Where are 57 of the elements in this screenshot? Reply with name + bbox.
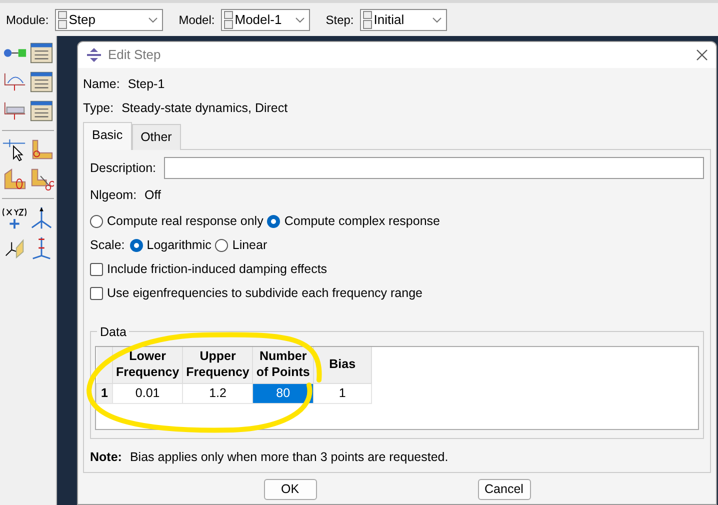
field-label: Scale: [90, 236, 125, 254]
spinner-icon[interactable] [224, 10, 233, 28]
field-label: Module: [6, 12, 49, 28]
checkbox-label: Include friction-induced damping effects [107, 260, 328, 278]
caret-icon[interactable] [148, 16, 158, 22]
option-label: Logarithmic [146, 236, 212, 254]
pointer-icon[interactable] [2, 137, 27, 163]
dialog-icon [86, 47, 102, 64]
field-label: Type: [83, 100, 114, 117]
option-label: Linear [232, 236, 268, 254]
dropdown-field[interactable]: Step [54, 8, 163, 30]
dropdown-field[interactable]: Model-1 [220, 8, 310, 30]
option-label: Compute complex response [284, 212, 440, 230]
tab[interactable]: Basic [83, 122, 132, 150]
cancel-button[interactable]: Cancel [478, 479, 530, 500]
column-header: Lower Frequency [112, 347, 183, 383]
radio-button[interactable] [130, 238, 143, 252]
column-header: Bias [313, 347, 372, 383]
window-title: Edit Step [108, 46, 161, 64]
ok-button[interactable]: OK [264, 479, 316, 500]
dropdown-field[interactable]: Initial [360, 8, 447, 30]
spinner-icon[interactable] [362, 10, 372, 28]
checkbox-label: Use eigenfrequencies to subdivide each frequency range [107, 284, 422, 302]
caret-icon[interactable] [432, 16, 442, 22]
column-header: Upper Frequency [182, 347, 253, 383]
checkbox[interactable] [90, 262, 103, 276]
option-label: Compute real response only [107, 212, 264, 230]
field-label: Description: [90, 160, 156, 177]
close-icon[interactable] [696, 49, 708, 62]
field-label: Model: [178, 12, 215, 28]
column-header: Number of Points [252, 347, 314, 383]
step-name: Step-1 [128, 76, 165, 93]
manager-icon[interactable] [29, 98, 54, 124]
description-field[interactable] [164, 157, 704, 179]
nlgeom-value: Off [144, 186, 161, 204]
manager-icon[interactable] [29, 69, 54, 95]
checkbox[interactable] [90, 286, 103, 300]
table-cell[interactable]: 1 [313, 383, 372, 403]
spinner-icon[interactable] [58, 10, 67, 28]
caret-icon[interactable] [294, 16, 305, 22]
radio-button[interactable] [267, 214, 280, 228]
table-cell[interactable]: 0.01 [112, 383, 183, 403]
radio-button[interactable] [215, 238, 228, 252]
note-text: Bias applies only when more than 3 points are requested. [130, 448, 448, 466]
note-label: Note: [90, 448, 122, 466]
axis-icon[interactable] [29, 205, 54, 231]
solid-icon[interactable] [2, 166, 27, 192]
table-cell[interactable]: 1.2 [182, 383, 253, 403]
field-label: Step: [326, 12, 354, 28]
row-number: 1 [96, 383, 112, 403]
tab[interactable]: Other [132, 124, 181, 150]
field-label: Name: [83, 76, 120, 93]
radio-button[interactable] [90, 214, 103, 228]
field-label: Nlgeom: [90, 186, 137, 204]
manager-icon[interactable] [29, 40, 54, 66]
step-type: Steady-state dynamics, Direct [122, 100, 288, 117]
scissors-icon[interactable] [29, 166, 54, 192]
